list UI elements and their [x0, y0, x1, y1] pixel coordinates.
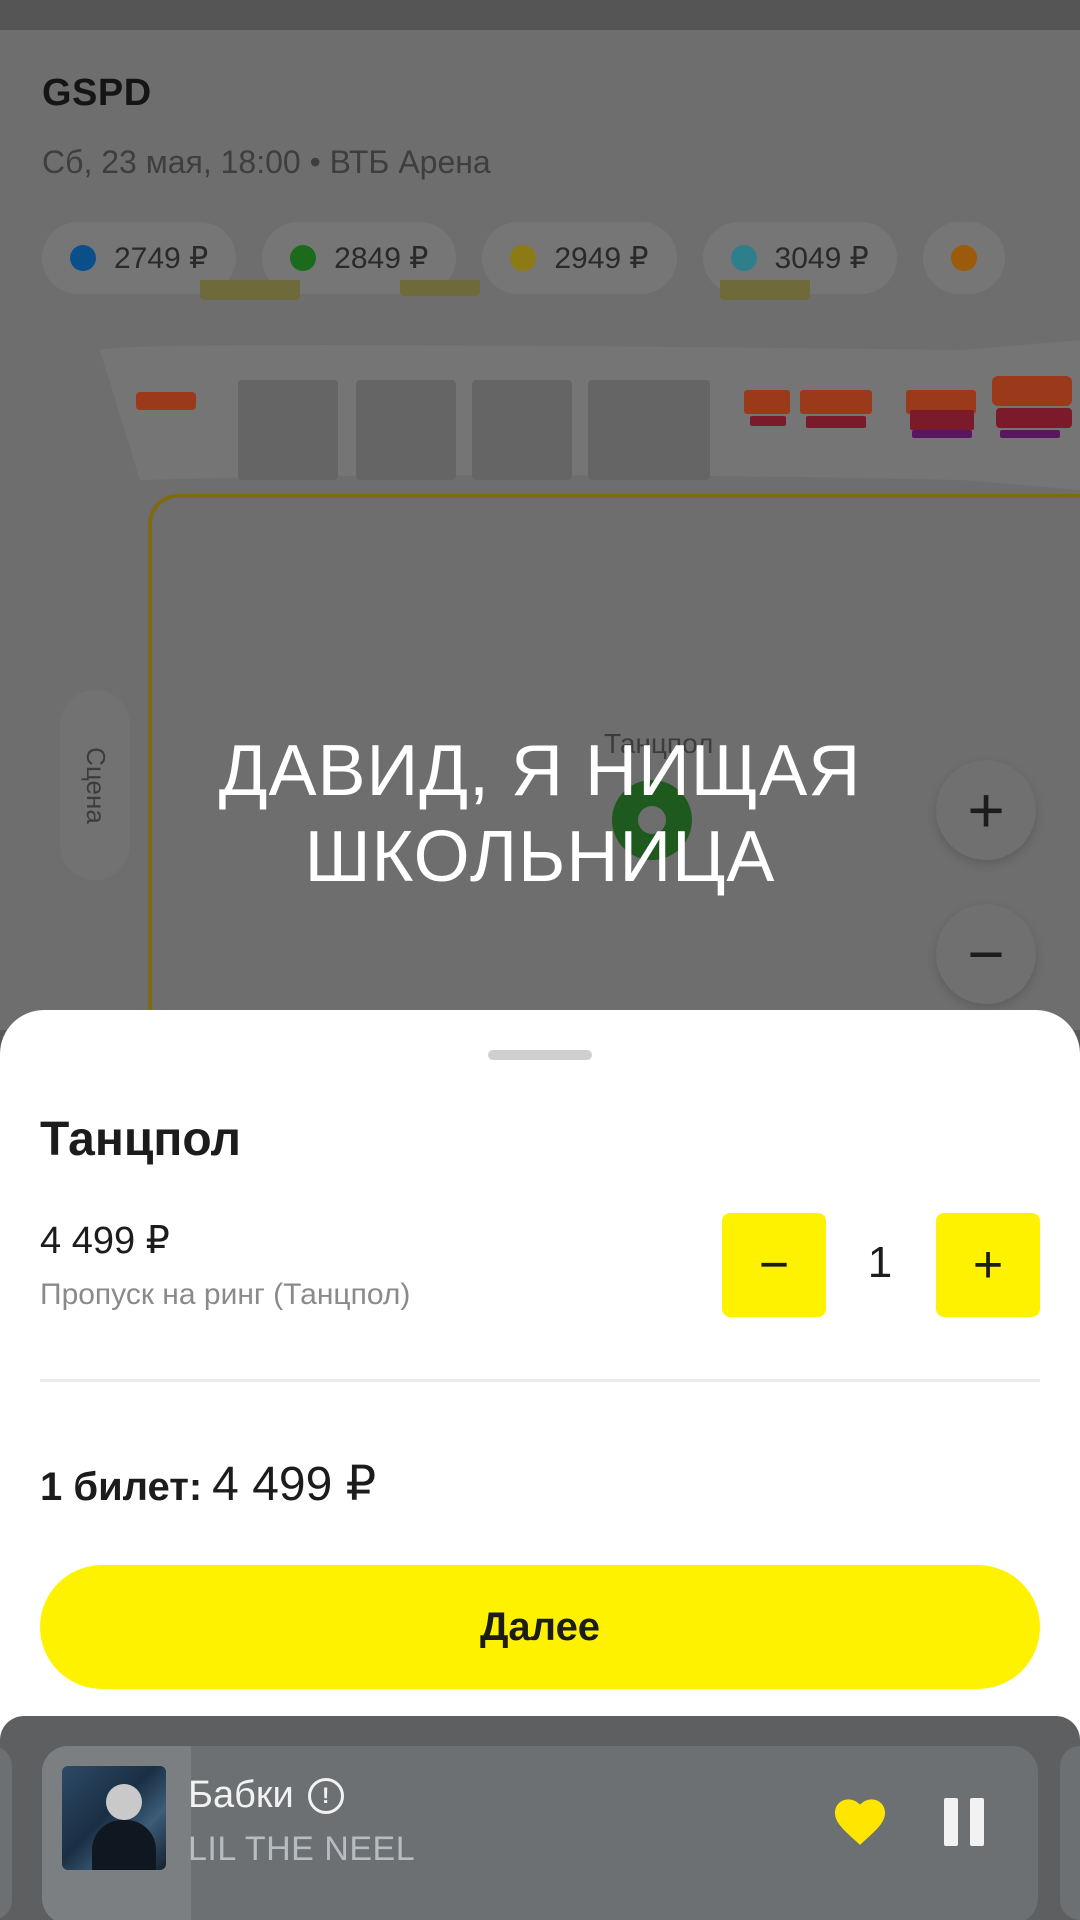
increase-quantity-button[interactable]: +: [936, 1213, 1040, 1317]
heart-icon[interactable]: [832, 1796, 888, 1846]
event-title: GSPD: [42, 72, 152, 114]
sector-title: Танцпол: [40, 1113, 241, 1166]
track-title: Бабки: [188, 1774, 294, 1816]
player-card-prev[interactable]: [0, 1746, 12, 1920]
overlay-caption: ДАВИД, Я НИЩАЯ ШКОЛЬНИЦА: [0, 728, 1080, 900]
quantity-value: 1: [867, 1238, 893, 1287]
player-card-next[interactable]: [1060, 1746, 1080, 1920]
decrease-quantity-button[interactable]: −: [722, 1213, 826, 1317]
explicit-icon: !: [307, 1777, 344, 1814]
track-artist: LIL THE NEEL: [188, 1830, 416, 1868]
price-color-dot: [510, 245, 537, 271]
seat-map[interactable]: [0, 280, 1080, 500]
price-color-dot: [950, 245, 977, 271]
divider: [40, 1379, 1040, 1382]
price-color-dot: [70, 245, 96, 271]
track-title-row: Бабки !: [188, 1774, 344, 1817]
zoom-out-button[interactable]: −: [936, 904, 1036, 1004]
pause-icon[interactable]: [944, 1798, 984, 1846]
event-subtitle: Сб, 23 мая, 18:00 • ВТБ Арена: [42, 144, 491, 180]
price-color-dot: [290, 245, 317, 271]
sheet-drag-handle[interactable]: [488, 1050, 592, 1060]
price-chip-label: 3049 ₽: [774, 241, 869, 275]
next-button[interactable]: Далее: [40, 1565, 1040, 1689]
price-chip-label: 2849 ₽: [334, 241, 429, 275]
price-color-dot: [730, 245, 757, 271]
ticket-description: Пропуск на ринг (Танцпол): [40, 1278, 411, 1311]
screen: GSPD Сб, 23 мая, 18:00 • ВТБ Арена 2749 …: [0, 0, 1080, 1920]
pause-bar: [944, 1798, 958, 1846]
order-total: 1 билет: 4 499 ₽: [40, 1456, 376, 1512]
ticket-price: 4 499 ₽: [40, 1220, 170, 1262]
album-cover[interactable]: [62, 1766, 166, 1870]
status-bar: [0, 0, 1080, 30]
mini-player[interactable]: Бабки ! LIL THE NEEL: [42, 1746, 1038, 1920]
pause-bar: [970, 1798, 984, 1846]
price-chip-label: 2749 ₽: [114, 241, 209, 275]
overlay-caption-line: ДАВИД, Я НИЩАЯ: [218, 731, 862, 811]
price-chip-label: 2949 ₽: [554, 241, 649, 275]
total-label: 1 билет:: [40, 1465, 203, 1509]
total-sum: 4 499 ₽: [212, 1458, 377, 1511]
overlay-caption-line: ШКОЛЬНИЦА: [304, 817, 776, 897]
